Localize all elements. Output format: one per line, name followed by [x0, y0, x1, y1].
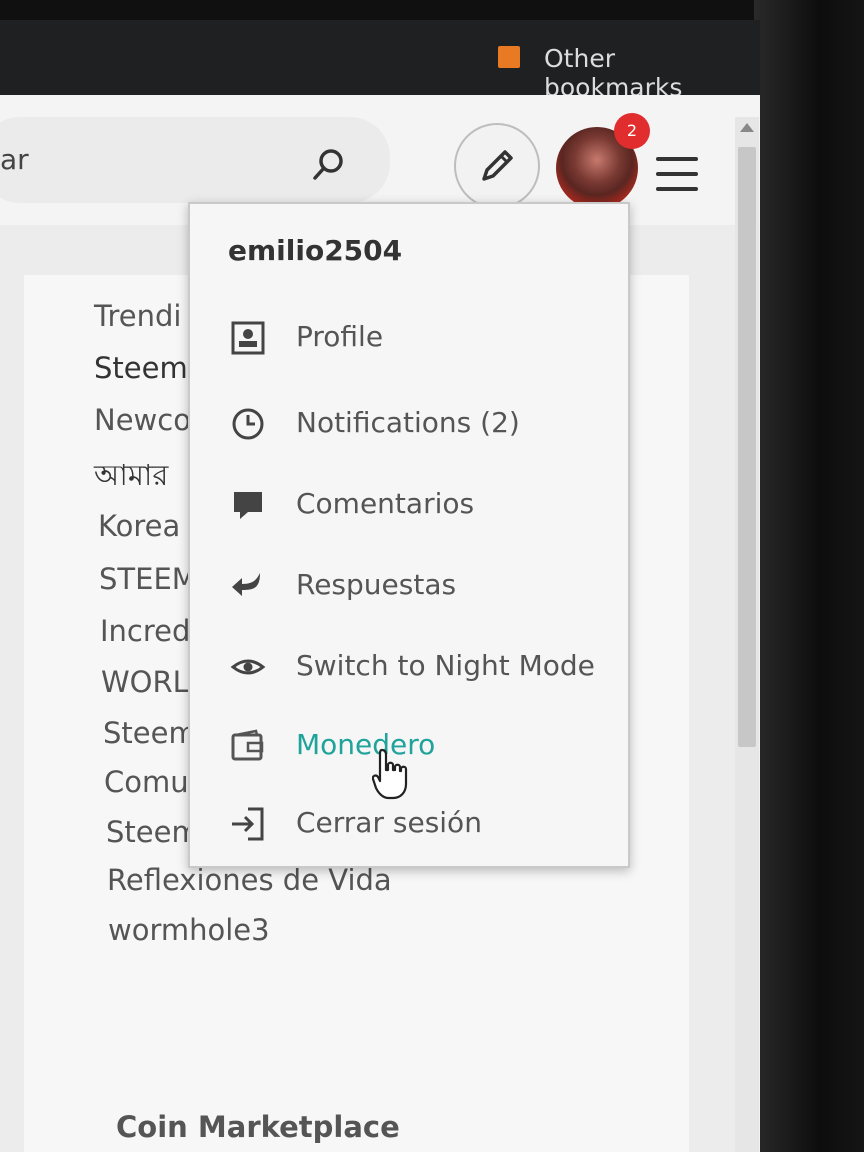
menu-item-label: Notifications (2) [296, 406, 520, 439]
user-dropdown-menu: emilio2504 Profile Notifications (2) Com… [188, 202, 630, 868]
section-title: Coin Marketplace [116, 1110, 400, 1144]
list-item[interactable]: STEEM [99, 562, 197, 596]
profile-icon [231, 321, 265, 355]
menu-item-wallet[interactable]: Monedero [230, 720, 620, 770]
scrollbar[interactable] [735, 117, 759, 1152]
list-item[interactable]: Incred [100, 614, 190, 648]
notification-badge: 2 [614, 113, 650, 149]
clock-icon [232, 408, 264, 440]
search-icon[interactable] [312, 147, 346, 181]
hamburger-menu-icon[interactable] [656, 157, 698, 193]
list-item[interactable]: Trendi [94, 299, 181, 333]
menu-item-label: Monedero [296, 728, 436, 761]
list-item[interactable]: Steem [94, 351, 188, 385]
list-item[interactable]: Comur [104, 765, 201, 799]
menu-item-replies[interactable]: Respuestas [230, 560, 620, 610]
dropdown-username: emilio2504 [228, 234, 403, 267]
list-item[interactable]: Newco [94, 403, 191, 437]
page-viewport: ar 2 Trendi Steem Newco আমার Korea STEEM… [0, 95, 760, 1152]
logout-icon [232, 807, 264, 841]
list-item[interactable]: WORLI [101, 665, 197, 699]
bookmarks-bar: Other bookmarks [0, 20, 760, 102]
scrollbar-thumb[interactable] [738, 147, 756, 747]
other-bookmarks-link[interactable]: Other bookmarks [544, 44, 760, 102]
menu-item-label: Comentarios [296, 487, 475, 520]
scroll-up-arrow-icon[interactable] [740, 123, 754, 132]
comment-icon [234, 492, 262, 519]
menu-item-night-mode[interactable]: Switch to Night Mode [230, 641, 620, 691]
menu-item-notifications[interactable]: Notifications (2) [230, 398, 620, 448]
monitor-bezel-right [754, 0, 864, 1152]
menu-item-label: Switch to Night Mode [296, 649, 595, 682]
monitor-bezel-top [0, 0, 864, 20]
menu-item-logout[interactable]: Cerrar sesión [230, 798, 620, 848]
wallet-icon [231, 729, 264, 761]
hand-cursor-icon [372, 748, 408, 800]
menu-item-profile[interactable]: Profile [230, 312, 620, 362]
search-label: ar [0, 143, 29, 176]
eye-icon [230, 659, 266, 675]
list-item[interactable]: wormhole3 [108, 913, 270, 947]
new-post-button[interactable] [454, 123, 540, 209]
menu-item-label: Profile [296, 320, 384, 353]
menu-item-label: Cerrar sesión [296, 806, 482, 839]
list-item[interactable]: Steem [106, 815, 200, 849]
list-item[interactable]: Steem [103, 716, 197, 750]
menu-item-label: Respuestas [296, 568, 457, 601]
reply-icon [232, 573, 260, 596]
list-item[interactable]: আমার [94, 453, 168, 502]
folder-icon [498, 46, 520, 68]
menu-item-comments[interactable]: Comentarios [230, 479, 620, 529]
pencil-icon [482, 150, 513, 181]
list-item[interactable]: Reflexiones de Vida [107, 863, 392, 897]
list-item[interactable]: Korea [98, 509, 180, 543]
